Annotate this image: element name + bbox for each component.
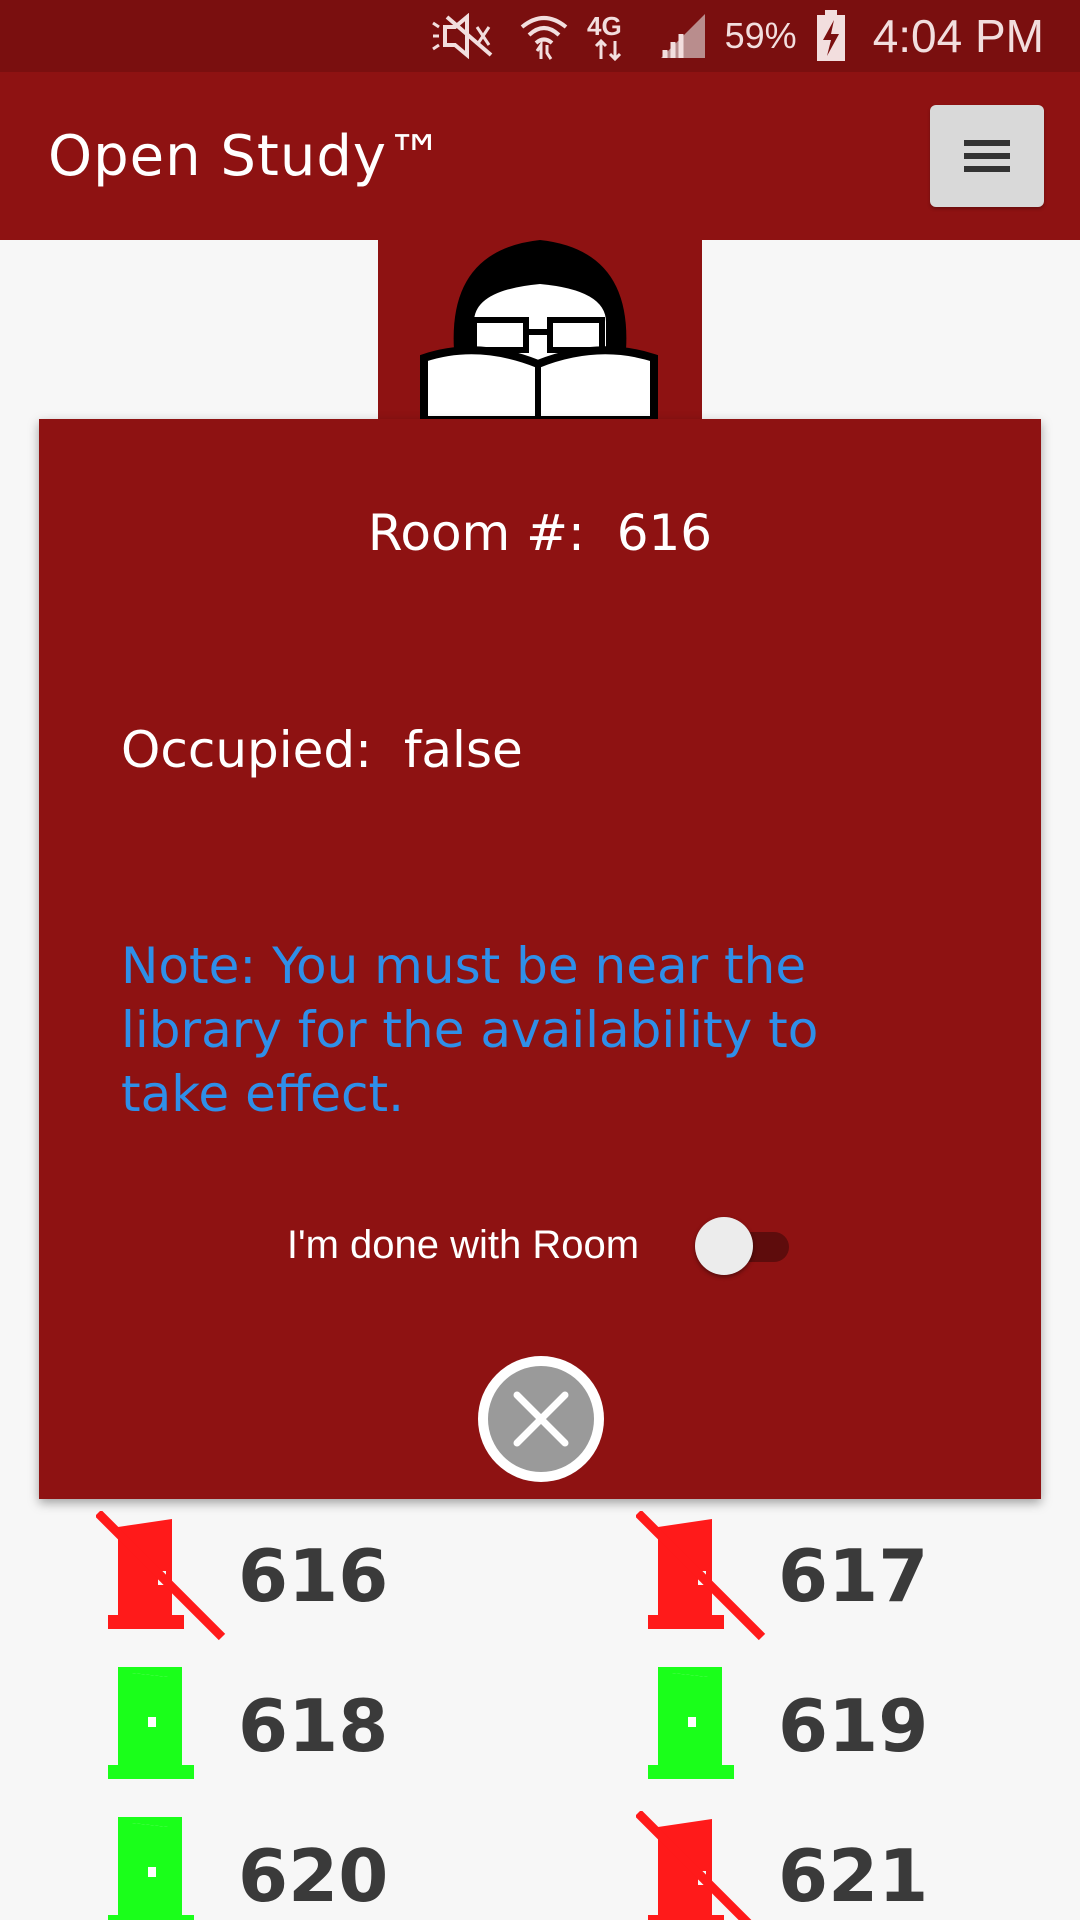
- room-item[interactable]: 617: [636, 1511, 928, 1641]
- toggle-thumb: [695, 1217, 754, 1275]
- room-number: 620: [238, 1834, 389, 1918]
- signal-icon: [659, 12, 707, 60]
- available-door-icon: [108, 1817, 194, 1920]
- status-bar: 4G 59% 4:04 PM: [0, 0, 1080, 72]
- available-door-icon: [648, 1667, 734, 1779]
- network-label: 4G: [587, 11, 622, 41]
- room-item[interactable]: 619: [636, 1661, 928, 1791]
- close-button[interactable]: [475, 1353, 607, 1485]
- room-number: 616: [238, 1534, 389, 1618]
- room-number: 618: [238, 1684, 389, 1768]
- occupied-label: Occupied:: [121, 721, 373, 779]
- done-row: I'm done with Room: [39, 1215, 1041, 1275]
- menu-button[interactable]: [930, 105, 1044, 207]
- network-4g-icon: 4G: [587, 11, 641, 61]
- mute-icon: [431, 13, 501, 59]
- done-toggle[interactable]: [695, 1215, 793, 1275]
- room-item[interactable]: 616: [96, 1511, 388, 1641]
- room-grid: 616 617 618 619 620 621: [0, 1499, 1080, 1920]
- done-label: I'm done with Room: [286, 1222, 640, 1267]
- room-number: 616: [616, 504, 713, 562]
- room-item[interactable]: 620: [96, 1811, 388, 1920]
- room-item[interactable]: 618: [96, 1661, 388, 1791]
- occupied-door-icon: [636, 1511, 766, 1641]
- room-dialog: Room #: 616 Occupied: false Note: You mu…: [39, 419, 1041, 1499]
- close-circle-icon: [478, 1356, 604, 1482]
- reader-logo-icon: [378, 240, 702, 420]
- clock: 4:04 PM: [872, 10, 1044, 62]
- app-bar: Open Study™: [0, 72, 1080, 240]
- room-item[interactable]: 621: [636, 1811, 928, 1920]
- available-door-icon: [108, 1667, 194, 1779]
- wifi-icon: [519, 11, 569, 61]
- occupied-value: false: [403, 721, 523, 779]
- occupied-status: Occupied: false: [121, 721, 523, 779]
- app-title: Open Study™: [48, 123, 445, 189]
- hamburger-menu-icon: [964, 140, 1010, 172]
- occupied-door-icon: [96, 1511, 226, 1641]
- room-number: 619: [778, 1684, 929, 1768]
- room-number: 617: [778, 1534, 929, 1618]
- room-heading: Room #: 616: [39, 504, 1041, 562]
- room-label: Room #:: [367, 504, 585, 562]
- room-number: 621: [778, 1834, 929, 1918]
- app-logo: [378, 240, 702, 420]
- proximity-note: Note: You must be near the library for t…: [121, 937, 819, 1123]
- occupied-door-icon: [636, 1811, 752, 1920]
- battery-percent: 59%: [724, 15, 797, 56]
- battery-charging-icon: [815, 10, 847, 62]
